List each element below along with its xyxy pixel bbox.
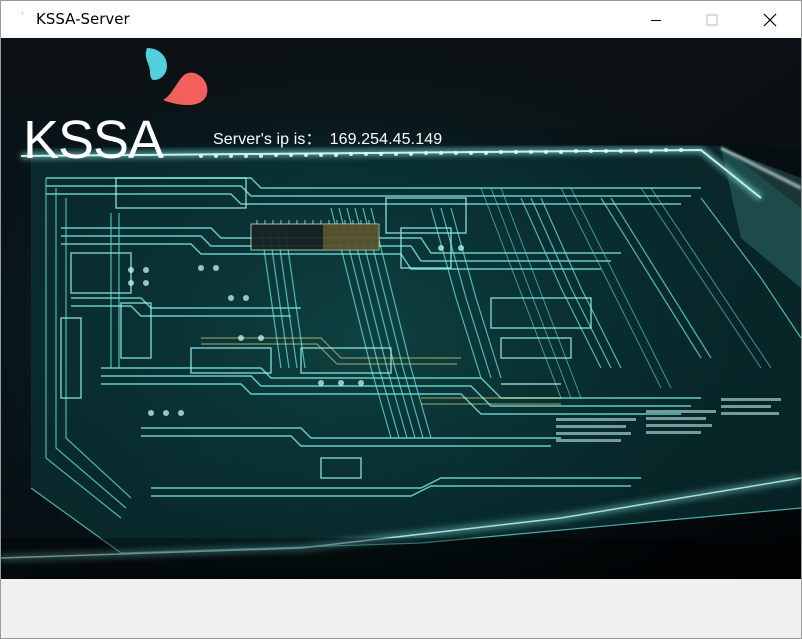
server-ip-text: Server's ip is： 169.254.45.149 — [213, 125, 442, 149]
server-ip-value: 169.254.45.149 — [329, 131, 443, 148]
minimize-button[interactable] — [633, 1, 679, 38]
window-title: KSSA-Server — [36, 10, 130, 28]
app-icon: ` — [21, 12, 24, 21]
close-icon — [763, 13, 777, 26]
maximize-button[interactable] — [689, 1, 735, 38]
logo-teal-drop-icon — [145, 48, 167, 80]
minimize-icon — [651, 19, 661, 21]
maximize-icon — [706, 14, 718, 25]
close-button[interactable] — [747, 1, 793, 38]
app-window: ` KSSA-Server KSSA Server's ip is： 169.2… — [0, 0, 802, 639]
kssa-logo: KSSA — [23, 48, 208, 166]
title-bar[interactable]: ` KSSA-Server — [1, 1, 801, 38]
logo-wordmark: KSSA — [23, 110, 164, 166]
logo-coral-drop-icon — [163, 72, 208, 106]
background-panel: KSSA Server's ip is： 169.254.45.149 — [1, 38, 801, 579]
bottom-empty-area — [1, 579, 801, 638]
server-ip-label: Server's ip is： — [213, 131, 322, 148]
